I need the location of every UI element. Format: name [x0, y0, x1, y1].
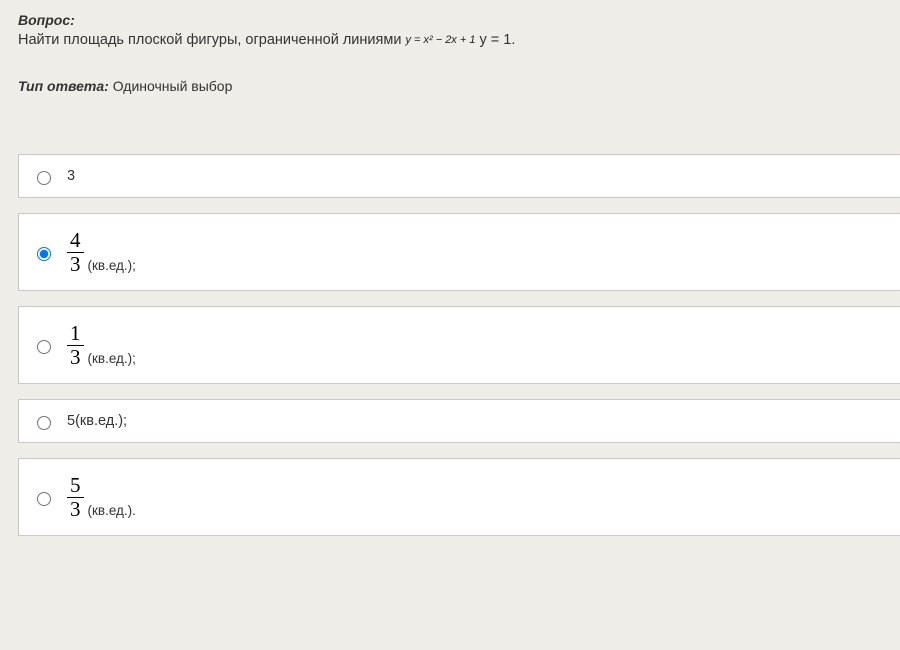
fraction-denominator: 3 [67, 253, 84, 275]
question-text-after: y = 1. [480, 32, 516, 48]
option-unit: (кв.ед.); [75, 413, 127, 429]
option-row[interactable]: 5 (кв.ед.); [18, 399, 900, 443]
option-row[interactable]: 3 [18, 154, 900, 198]
option-radio[interactable] [37, 492, 51, 506]
option-radio[interactable] [37, 171, 51, 185]
question-formula: y = x² − 2x + 1 [405, 34, 475, 46]
question-text-before: Найти площадь плоской фигуры, ограниченн… [18, 32, 401, 48]
fraction-denominator: 3 [67, 498, 84, 520]
fraction-numerator: 5 [67, 474, 84, 497]
option-row[interactable]: 1 3 (кв.ед.); [18, 306, 900, 384]
option-radio[interactable] [37, 247, 51, 261]
option-text: 5 [67, 413, 75, 429]
fraction-denominator: 3 [67, 346, 84, 368]
option-row[interactable]: 4 3 (кв.ед.); [18, 213, 900, 291]
question-label: Вопрос: [18, 12, 900, 28]
question-text: Найти площадь плоской фигуры, ограниченн… [18, 32, 900, 48]
fraction-numerator: 1 [67, 322, 84, 345]
answer-type-line: Тип ответа: Одиночный выбор [18, 78, 900, 94]
options-container: 3 4 3 (кв.ед.); 1 [18, 154, 900, 536]
option-text: 3 [67, 168, 75, 184]
fraction-numerator: 4 [67, 229, 84, 252]
option-unit: (кв.ед.). [88, 503, 136, 520]
option-fraction: 5 3 [67, 474, 84, 519]
option-unit: (кв.ед.); [88, 351, 136, 368]
option-fraction: 1 3 [67, 322, 84, 367]
option-row[interactable]: 5 3 (кв.ед.). [18, 458, 900, 536]
option-radio[interactable] [37, 416, 51, 430]
answer-type-label: Тип ответа: [18, 78, 109, 94]
option-fraction: 4 3 [67, 229, 84, 274]
option-unit: (кв.ед.); [88, 258, 136, 275]
option-radio[interactable] [37, 340, 51, 354]
answer-type-value: Одиночный выбор [113, 78, 233, 94]
